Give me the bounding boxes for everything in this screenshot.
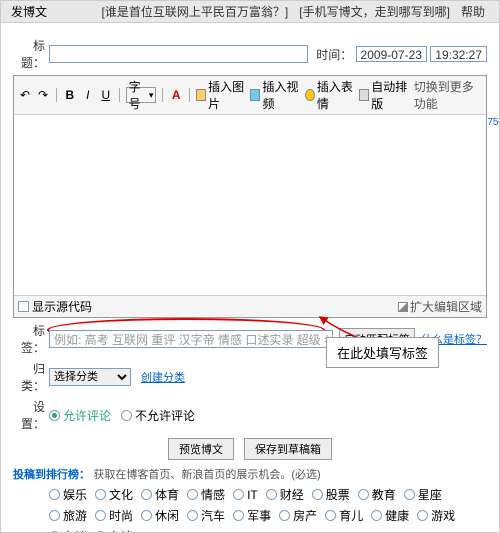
topic-item[interactable]: 情感: [187, 486, 225, 503]
topic-item[interactable]: 星座: [404, 486, 442, 503]
resize-icon: [398, 302, 408, 312]
title-input[interactable]: [49, 45, 308, 63]
insert-video-button[interactable]: 插入视频: [250, 78, 300, 112]
topic-item[interactable]: 游戏: [417, 507, 455, 524]
save-draft-button[interactable]: 保存到草稿箱: [244, 438, 332, 460]
category-label: 归类：: [13, 360, 49, 394]
show-source-checkbox[interactable]: [18, 301, 29, 312]
clock-value[interactable]: 19:32:27: [430, 46, 487, 62]
auto-format-button[interactable]: 自动排版: [359, 78, 409, 112]
editor-toolbar: ↶ ↷ B I U 字号▾ A 插入图片 插入视频 插入表情 自动排版 切换到更…: [14, 76, 486, 115]
topic-item[interactable]: 杂谈: [95, 528, 133, 533]
expand-editor-button[interactable]: 扩大编辑区域: [398, 298, 482, 315]
category-select[interactable]: 选择分类: [49, 368, 131, 386]
char-count: 750: [487, 117, 500, 128]
topic-item[interactable]: IT: [233, 486, 258, 503]
topic-item[interactable]: 文化: [95, 486, 133, 503]
font-color-icon[interactable]: A: [169, 87, 183, 103]
topic-item[interactable]: 军事: [233, 507, 271, 524]
topic-item[interactable]: 教育: [358, 486, 396, 503]
editor-container: ↶ ↷ B I U 字号▾ A 插入图片 插入视频 插入表情 自动排版 切换到更…: [13, 75, 487, 318]
topic-item[interactable]: 股票: [312, 486, 350, 503]
topic-list: 娱乐 文化 体育 情感 IT 财经 股票 教育 星座 旅游 时尚 休闲 汽车 军…: [49, 486, 487, 533]
font-size-select[interactable]: 字号▾: [126, 87, 157, 103]
title-label: 标题：: [13, 37, 49, 71]
topic-item[interactable]: 杂谈: [49, 528, 87, 533]
radio-on-icon: [49, 410, 60, 421]
radio-off-icon: [121, 410, 132, 421]
show-source-label: 显示源代码: [32, 298, 92, 315]
topic-item[interactable]: 财经: [266, 486, 304, 503]
new-category-link[interactable]: 创建分类: [141, 369, 185, 385]
top-link-1[interactable]: [谁是首位互联网上平民百万富翁？]: [102, 5, 289, 19]
italic-icon[interactable]: I: [81, 87, 95, 103]
editor-textarea[interactable]: 750: [14, 115, 486, 295]
callout-box: 在此处填写标签: [326, 337, 439, 368]
topic-item[interactable]: 健康: [371, 507, 409, 524]
topic-item[interactable]: 体育: [141, 486, 179, 503]
top-links: [谁是首位互联网上平民百万富翁？] [手机写博文，走到哪写到哪] 帮助: [98, 3, 489, 20]
preview-button[interactable]: 预览博文: [168, 438, 234, 460]
topic-item[interactable]: 娱乐: [49, 486, 87, 503]
settings-label: 设置：: [13, 398, 49, 432]
topic-item[interactable]: 汽车: [187, 507, 225, 524]
ranking-desc: 获取在博客首页、新浪首页的展示机会。(必选): [93, 469, 320, 481]
underline-icon[interactable]: U: [99, 87, 113, 103]
topic-item[interactable]: 时尚: [95, 507, 133, 524]
undo-icon[interactable]: ↶: [18, 87, 32, 103]
tags-label: 标签：: [13, 322, 49, 356]
top-link-help[interactable]: 帮助: [461, 5, 485, 19]
insert-emoji-button[interactable]: 插入表情: [305, 78, 355, 112]
more-functions-toggle[interactable]: 切换到更多功能: [414, 78, 482, 112]
allow-comments-option[interactable]: 允许评论: [49, 407, 111, 424]
topic-item[interactable]: 旅游: [49, 507, 87, 524]
bold-icon[interactable]: B: [63, 87, 77, 103]
page-title: 发博文: [11, 3, 47, 20]
top-link-2[interactable]: [手机写博文，走到哪写到哪]: [299, 5, 450, 19]
tags-input[interactable]: [49, 330, 333, 348]
topic-item[interactable]: 休闲: [141, 507, 179, 524]
insert-image-button[interactable]: 插入图片: [196, 78, 246, 112]
disallow-comments-option[interactable]: 不允许评论: [121, 407, 195, 424]
date-value[interactable]: 2009-07-23: [356, 46, 427, 62]
time-label: 时间：: [316, 48, 352, 62]
ranking-heading: 投稿到排行榜：: [13, 469, 90, 481]
topic-item[interactable]: 房产: [279, 507, 317, 524]
redo-icon[interactable]: ↷: [36, 87, 50, 103]
topic-item[interactable]: 育儿: [325, 507, 363, 524]
